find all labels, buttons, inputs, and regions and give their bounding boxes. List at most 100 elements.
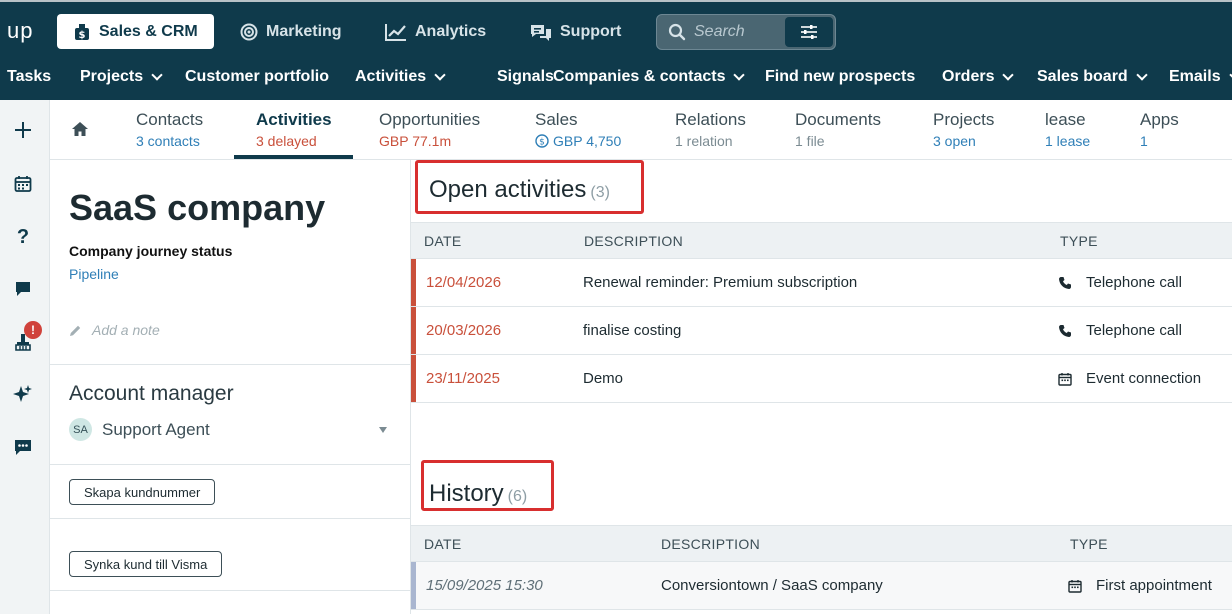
nav-sales-board[interactable]: Sales board (1037, 68, 1148, 86)
divider (50, 364, 411, 365)
nav-activities[interactable]: Activities (355, 68, 446, 86)
chevron-down-icon (434, 68, 446, 81)
search-box[interactable]: Search (656, 14, 836, 50)
row-date: 23/11/2025 (426, 370, 500, 387)
account-manager-select[interactable]: SA Support Agent (69, 418, 387, 441)
divider (50, 518, 411, 519)
chevron-down-icon (1136, 68, 1148, 81)
tab-contacts[interactable]: Contacts 3 contacts (136, 110, 203, 149)
row-description: Conversiontown / SaaS company (661, 577, 883, 594)
create-customer-number-button[interactable]: Skapa kundnummer (69, 479, 216, 505)
column-type[interactable]: TYPE (1060, 233, 1098, 249)
sliders-icon (801, 25, 817, 39)
tab-sales[interactable]: Sales $ GBP 4,750 (535, 110, 621, 149)
line-chart-icon (385, 23, 406, 41)
column-date[interactable]: DATE (424, 233, 462, 249)
tab-support[interactable]: Support (530, 14, 621, 49)
tab-activities[interactable]: Activities 3 delayed (256, 110, 332, 149)
nav-orders[interactable]: Orders (942, 68, 1015, 86)
left-rail: ? ! (0, 100, 50, 614)
divider (50, 590, 411, 591)
company-panel: SaaS company Company journey status Pipe… (50, 160, 411, 614)
nav-companies-contacts[interactable]: Companies & contacts (553, 68, 746, 86)
row-date: 20/03/2026 (426, 322, 502, 339)
row-date: 12/04/2026 (426, 274, 502, 291)
column-description[interactable]: DESCRIPTION (661, 536, 760, 552)
nav-emails[interactable]: Emails (1169, 68, 1232, 86)
phone-icon (1059, 324, 1071, 337)
column-date[interactable]: DATE (424, 536, 462, 552)
table-row[interactable]: 15/09/2025 15:30 Conversiontown / SaaS c… (411, 562, 1232, 610)
chevron-down-icon (151, 68, 163, 81)
open-activities-header: DATE DESCRIPTION TYPE (411, 222, 1232, 259)
nav-projects[interactable]: Projects (80, 68, 163, 86)
active-tab-indicator (234, 155, 353, 159)
column-description[interactable]: DESCRIPTION (584, 233, 683, 249)
caret-down-icon (379, 427, 387, 433)
row-type: Telephone call (1086, 274, 1182, 291)
divider (50, 464, 411, 465)
plus-icon[interactable] (12, 119, 34, 141)
table-row[interactable]: 20/03/2026 finalise costing Telephone ca… (411, 307, 1232, 355)
calendar-icon (1058, 372, 1072, 386)
dollar-bag-icon: $ (75, 23, 89, 41)
tab-documents[interactable]: Documents 1 file (795, 110, 881, 149)
phone-icon (1059, 276, 1071, 289)
svg-text:$: $ (539, 138, 545, 148)
account-manager-label: Account manager (69, 382, 234, 405)
nav-signals[interactable]: Signals (497, 68, 554, 86)
overdue-marker (411, 307, 416, 354)
tab-opportunities[interactable]: Opportunities GBP 77.1m (379, 110, 480, 149)
message-icon[interactable] (12, 436, 34, 458)
nav-find-new-prospects[interactable]: Find new prospects (765, 68, 915, 86)
tab-marketing[interactable]: Marketing (240, 14, 342, 49)
overdue-marker (411, 355, 416, 402)
tab-lease[interactable]: lease 1 lease (1045, 110, 1090, 149)
home-icon[interactable] (72, 122, 88, 141)
sales-amount: GBP 4,750 (553, 133, 622, 149)
tab-projects[interactable]: Projects 3 open (933, 110, 994, 149)
highlight-box (421, 460, 554, 511)
journey-status-value[interactable]: Pipeline (69, 266, 119, 282)
chevron-down-icon (1002, 68, 1015, 81)
history-marker (411, 562, 416, 609)
svg-text:$: $ (79, 30, 86, 41)
pencil-icon (70, 325, 81, 336)
calendar-icon[interactable] (12, 173, 34, 195)
tab-label: Analytics (415, 22, 487, 40)
row-type: Telephone call (1086, 322, 1182, 339)
search-filter-button[interactable] (785, 17, 833, 47)
search-icon (668, 23, 686, 41)
chat-bubbles-icon (531, 24, 551, 41)
activities-main: Open activities (3) DATE DESCRIPTION TYPE… (411, 160, 1232, 614)
search-placeholder[interactable]: Search (694, 23, 745, 41)
tab-label: Support (560, 22, 622, 40)
target-icon (240, 23, 258, 40)
row-type: First appointment (1096, 577, 1212, 594)
tab-analytics[interactable]: Analytics (385, 14, 486, 49)
chevron-down-icon (733, 68, 746, 81)
sparkle-icon[interactable] (12, 383, 34, 405)
column-type[interactable]: TYPE (1070, 536, 1108, 552)
nav-customer-portfolio[interactable]: Customer portfolio (185, 68, 329, 86)
help-icon[interactable]: ? (12, 226, 34, 248)
chat-icon[interactable] (12, 278, 34, 300)
nav-tasks[interactable]: Tasks (7, 68, 51, 86)
highlight-box (415, 160, 644, 214)
history-header: DATE DESCRIPTION TYPE (411, 525, 1232, 562)
table-row[interactable]: 23/11/2025 Demo Event connection (411, 355, 1232, 403)
tab-label: Marketing (266, 22, 342, 40)
add-note[interactable]: Add a note (69, 322, 160, 338)
app-logo[interactable]: up (7, 18, 33, 44)
row-date: 15/09/2025 15:30 (426, 577, 543, 594)
dollar-circle-icon: $ (535, 134, 549, 148)
overdue-marker (411, 259, 416, 306)
table-row[interactable]: 12/04/2026 Renewal reminder: Premium sub… (411, 259, 1232, 307)
record-tab-strip: Contacts 3 contacts Activities 3 delayed… (50, 100, 1232, 160)
tab-sales-crm[interactable]: $ Sales & CRM (57, 14, 214, 49)
company-name: SaaS company (69, 187, 326, 228)
tab-relations[interactable]: Relations 1 relation (675, 110, 746, 149)
tab-apps[interactable]: Apps 1 (1140, 110, 1179, 149)
avatar: SA (69, 418, 92, 441)
sync-visma-button[interactable]: Synka kund till Visma (69, 551, 223, 577)
